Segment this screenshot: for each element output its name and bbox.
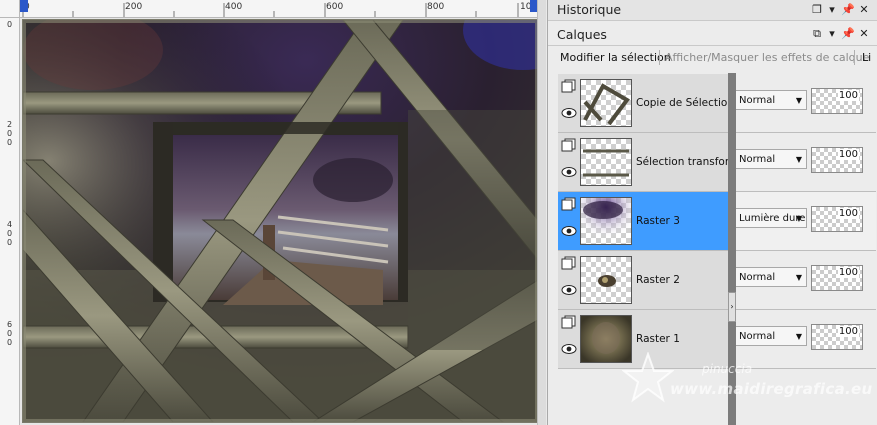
ruler-ticks (22, 3, 519, 17)
right-panels: Historique ❐ ▾ 📌 ✕ Calques ⧉ ▾ 📌 ✕ Modif… (547, 0, 877, 425)
divider-handle[interactable]: › (728, 292, 736, 322)
layer-info[interactable]: Sélection transformée (558, 133, 728, 191)
calques-title: Calques (557, 27, 607, 42)
opacity-field[interactable]: 100 (811, 147, 863, 173)
vertical-ruler: 0 2 0 0 4 0 0 6 0 0 (0, 0, 20, 425)
restore-icon[interactable]: ❐ (811, 3, 823, 16)
ruler-label: 4 0 0 (7, 220, 13, 247)
chevron-down-icon: ▼ (795, 273, 802, 282)
ruler-label: 0 (7, 20, 13, 29)
opacity-value: 100 (837, 326, 859, 337)
float-icon[interactable]: ⧉ (811, 27, 823, 40)
opacity-field[interactable]: 100 (811, 324, 863, 350)
ruler-corner (0, 0, 20, 18)
layer-name: Copie de Sélection transformée (636, 97, 728, 109)
calques-toolbar: Modifier la sélection Afficher/Masquer l… (548, 46, 877, 68)
horizontal-ruler: 0 200 400 600 800 1000 (0, 0, 543, 18)
historique-panel-header[interactable]: Historique ❐ ▾ 📌 ✕ (548, 0, 877, 21)
panel-divider[interactable] (728, 73, 736, 425)
toolbar-separator (659, 50, 660, 65)
layer-info[interactable]: Copie de Sélection transformée (558, 74, 728, 132)
modify-selection-button[interactable]: Modifier la sélection (560, 51, 671, 64)
eye-icon[interactable] (561, 284, 577, 296)
layer-group-icon[interactable] (561, 79, 577, 93)
layer-thumbnail (580, 256, 632, 304)
layer-group-icon[interactable] (561, 197, 577, 211)
blend-mode-select[interactable]: Normal ▼ (734, 90, 807, 110)
layer-info[interactable]: Raster 2 (558, 251, 727, 309)
toolbar-separator (854, 50, 855, 65)
layer-thumbnail (580, 197, 632, 245)
close-icon[interactable]: ✕ (858, 27, 870, 40)
historique-title: Historique (557, 2, 622, 17)
chevron-down-icon: ▼ (795, 155, 802, 164)
layer-info[interactable]: Raster 1 (558, 310, 727, 368)
layer-group-icon[interactable] (561, 138, 577, 152)
layer-row-selected[interactable]: Raster 3 Lumière dure ▼ 100 (558, 192, 876, 251)
blend-mode-select[interactable]: Normal ▼ (734, 326, 807, 346)
layer-properties: Normal ▼ 100 (733, 133, 876, 191)
pin-icon[interactable]: 📌 (841, 3, 855, 16)
layer-info[interactable]: Raster 3 (558, 192, 727, 250)
opacity-field[interactable]: 100 (811, 265, 863, 291)
layer-name: Raster 2 (636, 274, 680, 286)
blend-mode-select[interactable]: Normal ▼ (734, 149, 807, 169)
chevron-down-icon: ▼ (795, 332, 802, 341)
opacity-value: 100 (837, 149, 859, 160)
blend-mode-select[interactable]: Normal ▼ (734, 267, 807, 287)
layer-name: Raster 1 (636, 333, 680, 345)
eye-icon[interactable] (561, 107, 577, 119)
layer-row[interactable]: Copie de Sélection transformée Normal ▼ 1… (558, 74, 876, 133)
layer-name: Raster 3 (636, 215, 680, 227)
layer-name: Sélection transformée (636, 156, 728, 168)
canvas-artwork[interactable] (22, 19, 539, 423)
layer-properties: Normal ▼ 100 (733, 310, 876, 368)
blend-mode-select[interactable]: Lumière dure ▼ (734, 208, 807, 228)
opacity-value: 100 (837, 90, 859, 101)
layer-group-icon[interactable] (561, 256, 577, 270)
layer-group-icon[interactable] (561, 315, 577, 329)
opacity-value: 100 (837, 267, 859, 278)
blend-mode-value: Normal (739, 272, 776, 283)
canvas-area[interactable]: 0 200 400 600 800 1000 0 2 0 0 4 0 0 6 0… (0, 0, 546, 425)
eye-icon[interactable] (561, 225, 577, 237)
chevron-down-icon: ▼ (795, 214, 802, 223)
toggle-layer-effects-button[interactable]: Afficher/Masquer les effets de calque (665, 51, 869, 64)
ruler-label: 6 0 0 (7, 320, 13, 347)
ruler-label: 2 0 0 (7, 120, 13, 147)
opacity-field[interactable]: 100 (811, 88, 863, 114)
eye-icon[interactable] (561, 343, 577, 355)
blend-mode-value: Normal (739, 95, 776, 106)
chevron-down-icon[interactable]: ▾ (826, 27, 838, 40)
layer-row[interactable]: Raster 1 Normal ▼ 100 (558, 310, 876, 369)
close-icon[interactable]: ✕ (858, 3, 870, 16)
ruler-marker (20, 0, 28, 12)
layer-properties: Lumière dure ▼ 100 (733, 192, 876, 250)
chevron-down-icon[interactable]: ▾ (826, 3, 838, 16)
calques-panel-header[interactable]: Calques ⧉ ▾ 📌 ✕ (548, 23, 877, 46)
opacity-field[interactable]: 100 (811, 206, 863, 232)
layer-row[interactable]: Raster 2 Normal ▼ 100 (558, 251, 876, 310)
chevron-down-icon: ▼ (795, 96, 802, 105)
blend-mode-value: Normal (739, 154, 776, 165)
eye-icon[interactable] (561, 166, 577, 178)
pin-icon[interactable]: 📌 (841, 27, 855, 40)
opacity-value: 100 (837, 208, 859, 219)
layer-thumbnail (580, 138, 632, 186)
layer-thumbnail (580, 315, 632, 363)
layer-thumbnail (580, 79, 632, 127)
layer-properties: Normal ▼ 100 (733, 74, 876, 132)
link-button[interactable]: Li (862, 51, 871, 64)
blend-mode-value: Normal (739, 331, 776, 342)
layer-properties: Normal ▼ 100 (733, 251, 876, 309)
layers-list[interactable]: Copie de Sélection transformée Normal ▼ 1… (558, 74, 876, 425)
vertical-scrollbar[interactable] (537, 0, 546, 425)
layer-row[interactable]: Sélection transformée Normal ▼ 100 (558, 133, 876, 192)
